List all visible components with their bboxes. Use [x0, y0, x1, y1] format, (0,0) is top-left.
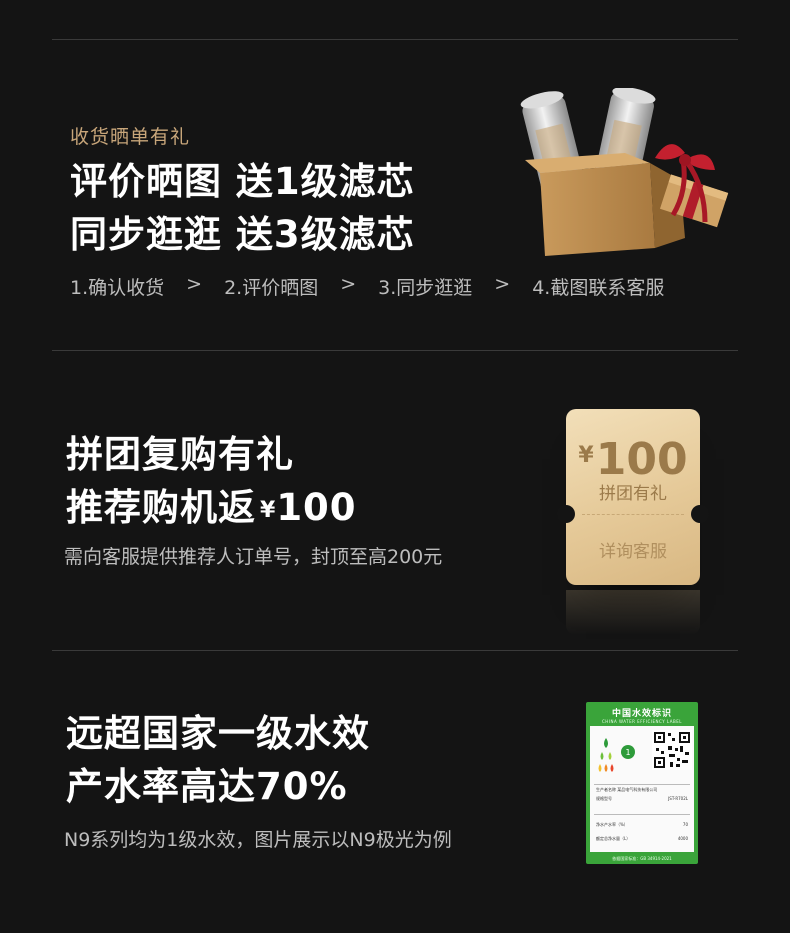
coupon-action[interactable]: 详询客服 — [566, 537, 700, 562]
coupon-amount: ¥100 — [566, 431, 700, 485]
section2-amount: 100 — [276, 486, 357, 529]
coupon-notch-right — [691, 505, 709, 523]
rate-value: 70 — [682, 822, 688, 827]
currency-symbol: ¥ — [260, 498, 277, 523]
section2-headline: 拼团复购有礼 推荐购机返 ¥100 — [66, 428, 357, 537]
label-body: 1 生产者名称 某品电气科技有限公司 规格型号 JST-R702L 净水产水率（… — [590, 726, 694, 852]
model-value: JST-R702L — [668, 796, 688, 801]
water-efficiency-label: 中国水效标识 CHINA WATER EFFICIENCY LABEL 1 生产… — [586, 702, 698, 864]
qr-code-icon — [652, 730, 692, 770]
gift-box-with-filters-icon — [520, 88, 729, 256]
section2-line1: 拼团复购有礼 — [66, 433, 294, 476]
step-separator: > — [186, 273, 203, 295]
step-separator: > — [494, 273, 511, 295]
label-model-row: 规格型号 JST-R702L — [596, 796, 688, 802]
section3-line1: 远超国家一级水效 — [66, 712, 370, 755]
maker-label: 生产者名称 — [596, 787, 616, 792]
label-volume-row: 额定总净水量（L） 4000 — [596, 836, 688, 842]
label-separator — [594, 814, 690, 815]
section1-line2: 同步逛逛 送3级滤芯 — [70, 213, 415, 256]
divider-top — [52, 39, 738, 40]
section2-note: 需向客服提供推荐人订单号，封顶至高200元 — [64, 546, 443, 568]
step-4: 4.截图联系客服 — [532, 277, 665, 299]
section1-line1: 评价晒图 送1级滤芯 — [70, 160, 415, 203]
step-2: 2.评价晒图 — [224, 277, 319, 299]
coupon-label: 拼团有礼 — [599, 484, 667, 504]
maker-value: 某品电气科技有限公司 — [617, 787, 658, 792]
coupon-reflection — [566, 590, 700, 635]
rate-label: 净水产水率（%） — [596, 822, 628, 827]
divider-1 — [52, 350, 738, 351]
model-label: 规格型号 — [596, 796, 612, 801]
section3-line2: 产水率高达70% — [66, 765, 348, 808]
svg-text:1: 1 — [625, 748, 630, 757]
volume-value: 4000 — [677, 836, 688, 841]
step-3: 3.同步逛逛 — [378, 277, 473, 299]
section1-headline: 评价晒图 送1级滤芯 同步逛逛 送3级滤芯 — [70, 155, 415, 261]
coupon-dashed-divider — [582, 514, 684, 515]
label-separator — [594, 784, 690, 785]
label-rate-row: 净水产水率（%） 70 — [596, 822, 688, 828]
label-title: 中国水效标识 — [611, 709, 672, 719]
section2-line2: 推荐购机返 ¥100 — [66, 481, 357, 537]
section2-line2-text: 推荐购机返 — [66, 486, 256, 529]
section1-kicker: 收货晒单有礼 — [70, 126, 191, 148]
coupon-value: 100 — [595, 434, 688, 485]
water-drop-grade-icon: 1 — [598, 738, 635, 772]
volume-label: 额定总净水量（L） — [596, 836, 631, 841]
step-separator: > — [340, 273, 357, 295]
step-1: 1.确认收货 — [70, 277, 165, 299]
referral-coupon[interactable]: ¥100 拼团有礼 详询客服 — [557, 409, 709, 585]
section3-note: N9系列均为1级水效，图片展示以N9极光为例 — [64, 829, 452, 851]
divider-2 — [52, 650, 738, 651]
label-standard: 依据国家标准：GB 34914-2021 — [612, 856, 672, 861]
section1-steps: 1.确认收货 > 2.评价晒图 > 3.同步逛逛 > 4.截图联系客服 — [70, 273, 664, 300]
section3-headline: 远超国家一级水效 产水率高达70% — [66, 707, 370, 813]
label-subtitle: CHINA WATER EFFICIENCY LABEL — [602, 719, 682, 724]
coupon-notch-left — [557, 505, 575, 523]
label-maker-row: 生产者名称 某品电气科技有限公司 — [596, 787, 657, 793]
coupon-currency: ¥ — [578, 443, 594, 468]
